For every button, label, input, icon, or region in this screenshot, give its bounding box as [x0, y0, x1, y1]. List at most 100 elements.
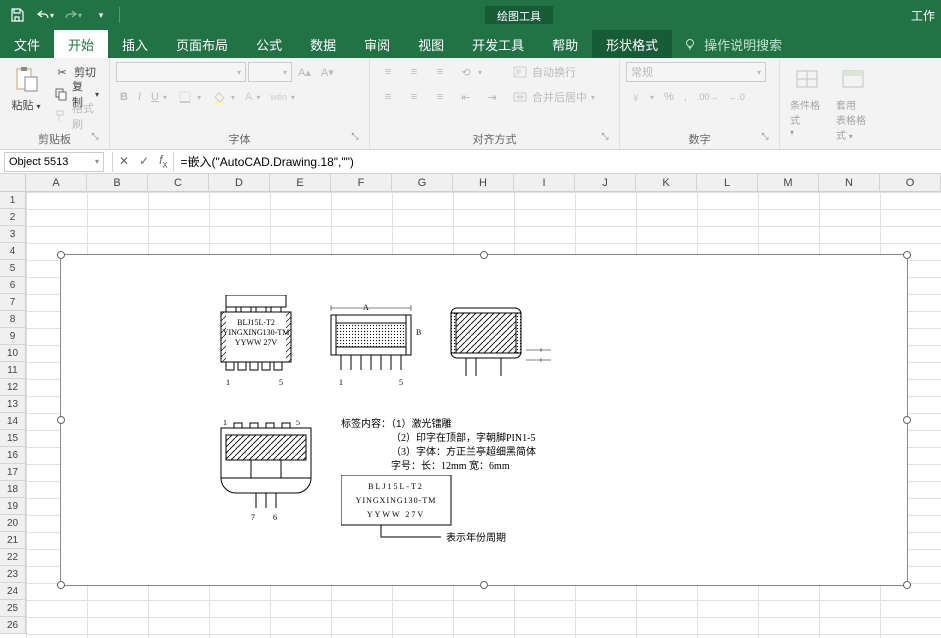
tab-developer[interactable]: 开发工具 — [458, 30, 538, 58]
column-header[interactable]: J — [575, 174, 636, 192]
row-header[interactable]: 21 — [0, 532, 26, 549]
row-header[interactable]: 3 — [0, 226, 26, 243]
undo-icon[interactable]: ▾ — [33, 3, 57, 27]
increase-font-button[interactable]: A▴ — [294, 61, 315, 83]
embedded-autocad-object[interactable]: BLJ15L-T2 YINGXING130-TM YYWW 27V 1 5 A … — [60, 254, 908, 586]
decrease-font-button[interactable]: A▾ — [317, 61, 338, 83]
align-middle-button[interactable]: ≡ — [402, 61, 426, 83]
font-color-button[interactable]: A ▾ — [241, 86, 264, 108]
resize-handle-se[interactable] — [903, 581, 911, 589]
align-center-button[interactable]: ≡ — [402, 86, 426, 108]
tab-file[interactable]: 文件 — [0, 30, 54, 58]
tab-shape-format[interactable]: 形状格式 — [592, 30, 672, 58]
dialog-launcher-icon[interactable]: ⤡ — [89, 131, 101, 143]
wrap-text-button[interactable]: 自动换行 — [508, 61, 599, 83]
increase-decimal-button[interactable]: .00→ — [693, 86, 723, 108]
column-header[interactable]: G — [392, 174, 453, 192]
tab-insert[interactable]: 插入 — [108, 30, 162, 58]
name-box[interactable]: Object 5513▾ — [4, 152, 104, 172]
row-header[interactable]: 20 — [0, 515, 26, 532]
column-header[interactable]: O — [880, 174, 941, 192]
cancel-formula-icon[interactable]: ✕ — [119, 154, 129, 168]
row-header[interactable]: 12 — [0, 379, 26, 396]
row-header[interactable]: 19 — [0, 498, 26, 515]
tab-data[interactable]: 数据 — [296, 30, 350, 58]
row-header[interactable]: 17 — [0, 464, 26, 481]
resize-handle-ne[interactable] — [903, 251, 911, 259]
fill-color-button[interactable]: ▾ — [207, 86, 239, 108]
redo-icon[interactable]: ▾ — [61, 3, 85, 27]
resize-handle-e[interactable] — [903, 416, 911, 424]
bold-button[interactable]: B — [116, 86, 132, 108]
fx-icon[interactable]: fx — [159, 153, 167, 170]
resize-handle-w[interactable] — [57, 416, 65, 424]
merge-button[interactable]: 合并后居中 ▾ — [508, 86, 599, 108]
row-header[interactable]: 14 — [0, 413, 26, 430]
column-header[interactable]: C — [148, 174, 209, 192]
increase-indent-button[interactable]: ⇥ — [480, 86, 504, 108]
underline-button[interactable]: U ▾ — [147, 86, 171, 108]
column-header[interactable]: A — [26, 174, 87, 192]
row-header[interactable]: 24 — [0, 583, 26, 600]
italic-button[interactable]: I — [134, 86, 145, 108]
row-header[interactable]: 11 — [0, 362, 26, 379]
tell-me-search[interactable]: 操作说明搜索 — [672, 30, 792, 58]
resize-handle-sw[interactable] — [57, 581, 65, 589]
border-button[interactable]: ▾ — [173, 86, 205, 108]
accounting-button[interactable]: ¥ ▾ — [626, 86, 658, 108]
resize-handle-s[interactable] — [480, 581, 488, 589]
column-header[interactable]: M — [758, 174, 819, 192]
row-header[interactable]: 10 — [0, 345, 26, 362]
row-header[interactable]: 16 — [0, 447, 26, 464]
tab-help[interactable]: 帮助 — [538, 30, 592, 58]
enter-formula-icon[interactable]: ✓ — [139, 154, 149, 168]
format-painter-button[interactable]: 格式刷 — [50, 105, 103, 127]
resize-handle-n[interactable] — [480, 251, 488, 259]
column-header[interactable]: I — [514, 174, 575, 192]
row-header[interactable]: 6 — [0, 277, 26, 294]
number-format-combo[interactable]: 常规▾ — [626, 62, 766, 82]
qat-customize-icon[interactable]: ▾ — [89, 3, 113, 27]
column-header[interactable]: K — [636, 174, 697, 192]
dialog-launcher-icon[interactable]: ⤡ — [759, 131, 771, 143]
row-header[interactable]: 25 — [0, 600, 26, 617]
tab-view[interactable]: 视图 — [404, 30, 458, 58]
align-right-button[interactable]: ≡ — [428, 86, 452, 108]
row-header[interactable]: 15 — [0, 430, 26, 447]
font-name-combo[interactable]: ▾ — [116, 62, 246, 82]
phonetic-button[interactable]: wén ▾ — [266, 86, 299, 108]
row-header[interactable]: 2 — [0, 209, 26, 226]
percent-button[interactable]: % — [660, 86, 678, 108]
select-all-corner[interactable] — [0, 174, 26, 192]
tab-home[interactable]: 开始 — [54, 30, 108, 58]
align-top-button[interactable]: ≡ — [376, 61, 400, 83]
row-header[interactable]: 18 — [0, 481, 26, 498]
tab-formulas[interactable]: 公式 — [242, 30, 296, 58]
orientation-button[interactable]: ⟲ ▾ — [454, 61, 486, 83]
worksheet-grid[interactable]: ABCDEFGHIJKLMNO 123456789101112131415161… — [0, 174, 941, 638]
column-header[interactable]: B — [87, 174, 148, 192]
paste-button[interactable]: 粘贴 ▾ — [6, 61, 46, 115]
column-header[interactable]: N — [819, 174, 880, 192]
column-header[interactable]: L — [697, 174, 758, 192]
column-header[interactable]: E — [270, 174, 331, 192]
align-bottom-button[interactable]: ≡ — [428, 61, 452, 83]
row-header[interactable]: 1 — [0, 192, 26, 209]
row-header[interactable]: 7 — [0, 294, 26, 311]
decrease-indent-button[interactable]: ⇤ — [454, 86, 478, 108]
row-header[interactable]: 13 — [0, 396, 26, 413]
row-header[interactable]: 9 — [0, 328, 26, 345]
row-header[interactable]: 23 — [0, 566, 26, 583]
resize-handle-nw[interactable] — [57, 251, 65, 259]
column-header[interactable]: H — [453, 174, 514, 192]
dialog-launcher-icon[interactable]: ⤡ — [349, 131, 361, 143]
row-header[interactable]: 5 — [0, 260, 26, 277]
column-header[interactable]: F — [331, 174, 392, 192]
row-header[interactable]: 4 — [0, 243, 26, 260]
dialog-launcher-icon[interactable]: ⤡ — [599, 131, 611, 143]
font-size-combo[interactable]: ▾ — [248, 62, 292, 82]
tab-page-layout[interactable]: 页面布局 — [162, 30, 242, 58]
conditional-format-button[interactable]: 条件格式▾ — [786, 61, 828, 140]
row-header[interactable]: 22 — [0, 549, 26, 566]
row-header[interactable]: 26 — [0, 617, 26, 634]
